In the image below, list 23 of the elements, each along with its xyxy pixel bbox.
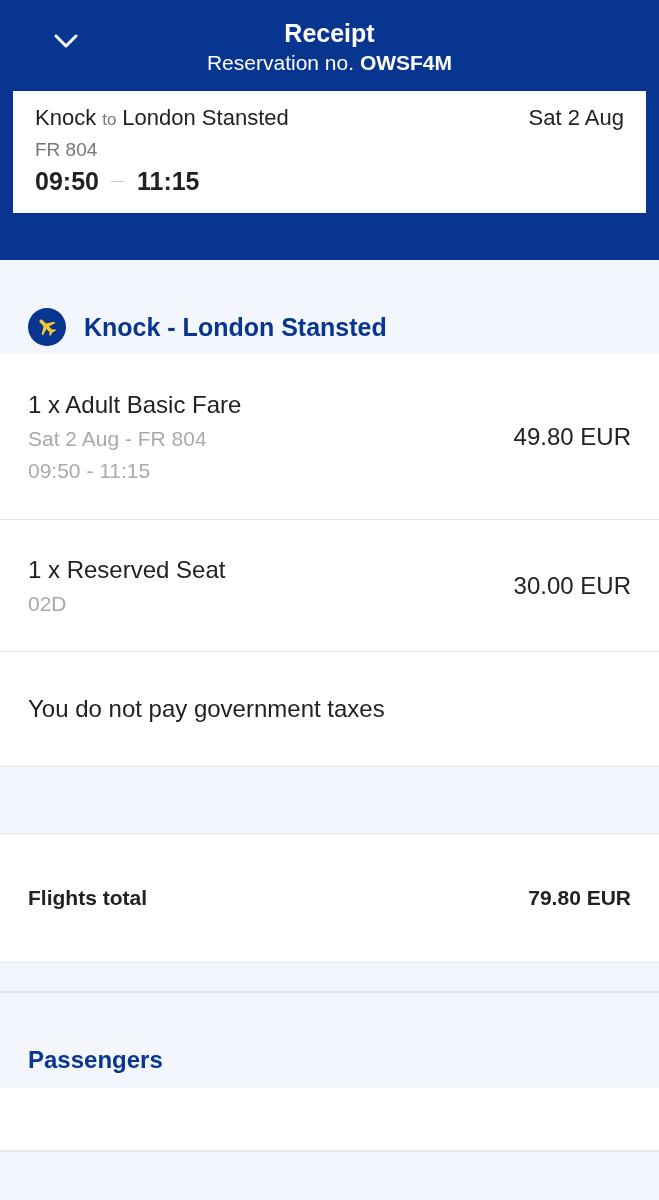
passengers-heading: Passengers [28, 1046, 163, 1074]
line-detail: Sat 2 Aug - FR 804 [28, 426, 208, 451]
tax-note: You do not pay government taxes [28, 695, 385, 723]
line-price: 49.80 EUR [513, 422, 631, 451]
flight-number: FR 804 [35, 139, 99, 161]
route-connector: to [102, 110, 117, 130]
destination-city: London Stansted [122, 105, 289, 131]
line-label: 1 x Adult Basic Fare [28, 390, 242, 419]
route-heading: Knock - London Stansted [84, 312, 387, 342]
receipt-title: Receipt [284, 18, 375, 48]
line-detail: 09:50 - 11:15 [28, 458, 152, 483]
flight-date: Sat 2 Aug [528, 105, 624, 131]
total-label: Flights total [28, 886, 147, 910]
arrival-time: 11:15 [136, 167, 200, 196]
departure-time: 09:50 [35, 167, 99, 196]
reservation-number: Reservation no. OWSF4M [206, 50, 453, 76]
line-label: 1 x Reserved Seat [28, 555, 226, 584]
total-amount: 79.80 EUR [528, 886, 631, 910]
airplane-icon [28, 308, 66, 346]
chevron-down-icon [54, 34, 78, 48]
origin-city: Knock [35, 105, 97, 131]
line-detail: 02D [28, 591, 68, 616]
line-price: 30.00 EUR [513, 571, 631, 600]
